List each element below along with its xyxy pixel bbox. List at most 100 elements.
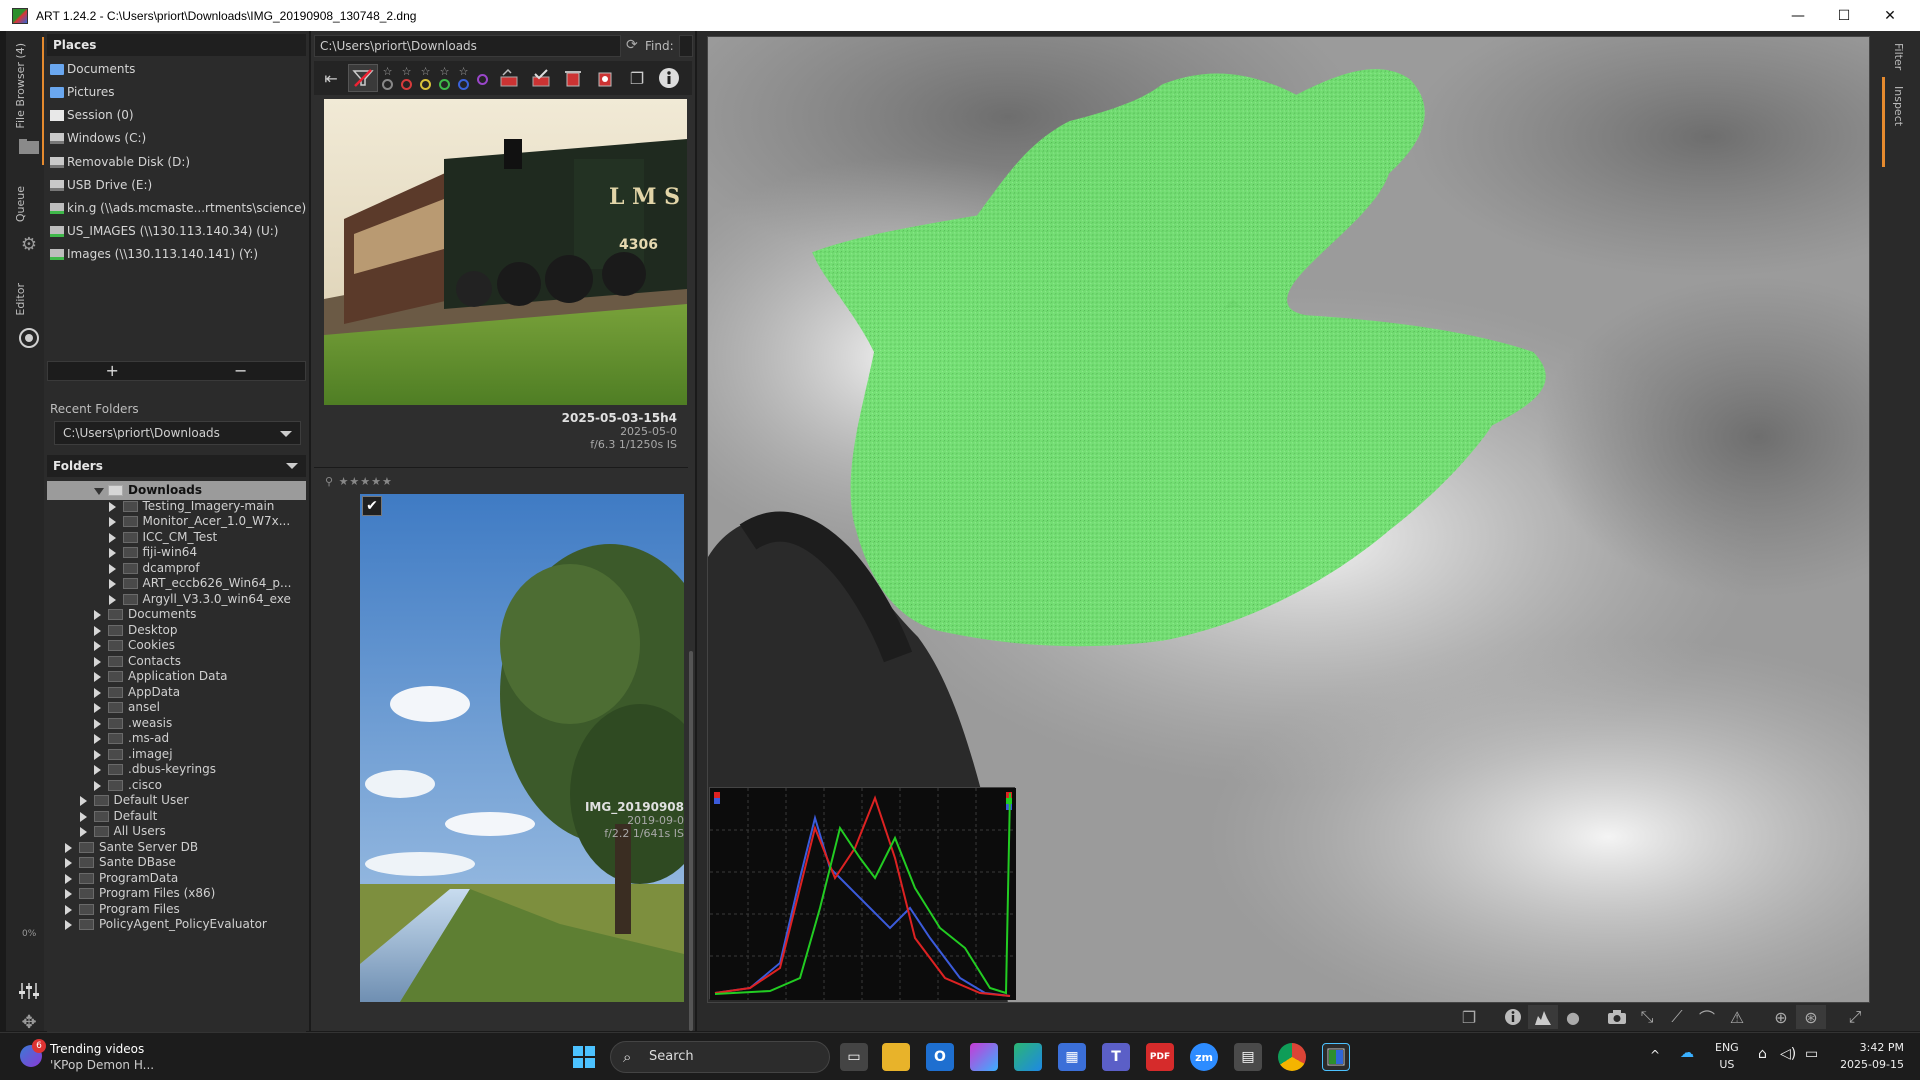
fullscreen-icon[interactable]: ⤢ (1840, 1005, 1870, 1029)
star-filter-3[interactable]: ☆ (416, 66, 435, 90)
expand-right-icon[interactable] (108, 548, 116, 558)
curve-icon[interactable]: ⟋ (1662, 1005, 1692, 1029)
expand-right-icon[interactable] (65, 842, 72, 853)
thumbnail-landscape[interactable] (360, 494, 684, 1002)
add-place-button[interactable]: + (48, 362, 177, 380)
volume-icon[interactable]: ◁) (1780, 1046, 1796, 1063)
expand-down-icon[interactable] (94, 488, 104, 495)
chrome-icon[interactable] (1278, 1043, 1306, 1071)
expand-right-icon[interactable] (94, 780, 101, 791)
filter-unrated-icon[interactable] (348, 64, 378, 92)
gear-icon[interactable]: ⚙ (18, 235, 40, 255)
star-filter-1[interactable]: ☆ (378, 66, 397, 90)
widget-trending[interactable]: Trending videos 'KPop Demon H... (50, 1041, 154, 1073)
expand-right-icon[interactable] (94, 672, 101, 682)
expand-right-icon[interactable] (108, 563, 116, 574)
place-usb-e[interactable]: USB Drive (E:) (50, 174, 152, 196)
expand-right-icon[interactable] (108, 594, 116, 605)
info-icon[interactable] (1498, 1005, 1528, 1029)
taskbar-search[interactable]: ⌕ Search (610, 1041, 830, 1073)
file-explorer-icon[interactable] (882, 1043, 910, 1071)
expand-right-icon[interactable] (65, 904, 72, 915)
expand-right-icon[interactable] (79, 811, 87, 822)
crop-icon[interactable]: ⤡ (1632, 1005, 1662, 1029)
expand-right-icon[interactable] (108, 501, 116, 512)
place-network-u[interactable]: US_IMAGES (\\130.113.140.34) (U:) (50, 220, 278, 242)
place-network-q[interactable]: kin.g (\\ads.mcmaste...rtments\science) … (50, 197, 333, 219)
zoom-icon[interactable]: zm (1190, 1043, 1218, 1071)
teams-icon[interactable]: T (1102, 1043, 1130, 1071)
start-icon[interactable] (570, 1043, 598, 1071)
art-app-icon[interactable] (1322, 1043, 1350, 1071)
collapse-panel-icon[interactable]: ⇤ (316, 64, 346, 92)
warning-icon[interactable]: ⚠ (1722, 1005, 1752, 1029)
expand-right-icon[interactable] (94, 703, 101, 713)
network-icon[interactable]: ⌂ (1758, 1046, 1767, 1063)
star-filter-2[interactable]: ☆ (397, 66, 416, 90)
tab-editor[interactable]: Editor (14, 283, 27, 316)
edge-icon[interactable] (1014, 1043, 1042, 1071)
info-icon[interactable] (654, 64, 684, 92)
tab-file-browser[interactable]: File Browser (4) (14, 43, 27, 129)
before-after-icon[interactable]: ❐ (1454, 1005, 1484, 1029)
place-removable-d[interactable]: Removable Disk (D:) (50, 151, 190, 173)
expand-right-icon[interactable] (94, 656, 101, 667)
place-network-y[interactable]: Images (\\130.113.140.141) (Y:) (50, 243, 258, 265)
calculator-icon[interactable]: ▤ (1234, 1043, 1262, 1071)
path-input[interactable]: C:\Users\priort\Downloads (314, 35, 621, 57)
expand-right-icon[interactable] (65, 889, 72, 899)
thumbnail-train[interactable]: L M S 4306 (324, 99, 687, 405)
maximize-button[interactable]: ☐ (1821, 0, 1867, 31)
battery-icon[interactable]: ▭ (1805, 1046, 1818, 1063)
tab-filter[interactable]: Filter (1892, 43, 1905, 70)
expand-right-icon[interactable] (108, 517, 116, 527)
expand-right-icon[interactable] (65, 920, 72, 930)
navigator-icon[interactable]: ● (1558, 1005, 1588, 1029)
recycle-bin-icon[interactable] (558, 64, 588, 92)
remove-place-button[interactable]: − (177, 362, 306, 380)
expand-right-icon[interactable] (108, 532, 116, 543)
expand-right-icon[interactable] (65, 858, 72, 868)
find-input[interactable] (679, 35, 693, 57)
histogram[interactable] (709, 787, 1016, 1000)
expand-right-icon[interactable] (94, 734, 101, 744)
place-session[interactable]: Session (0) (50, 104, 134, 126)
refresh-icon[interactable]: ⟳ (626, 37, 638, 53)
place-documents[interactable]: Documents (50, 58, 135, 80)
copilot-icon[interactable] (970, 1043, 998, 1071)
expand-right-icon[interactable] (94, 687, 101, 698)
recent-folders-select[interactable]: C:\Users\priort\Downloads (54, 421, 301, 445)
zoom-100-icon[interactable]: ⊛ (1796, 1005, 1826, 1029)
camera-icon[interactable] (1602, 1005, 1632, 1029)
tray-overflow-icon[interactable]: ^ (1650, 1047, 1660, 1064)
move-icon[interactable]: ✥ (18, 1013, 40, 1033)
expand-right-icon[interactable] (94, 625, 101, 636)
expand-right-icon[interactable] (108, 579, 116, 589)
language-indicator[interactable]: ENG US (1715, 1039, 1739, 1073)
histogram-toggle-icon[interactable] (1528, 1005, 1558, 1029)
expand-right-icon[interactable] (94, 749, 101, 760)
processed-filter-icon[interactable] (526, 64, 556, 92)
store-icon[interactable]: ▦ (1058, 1043, 1086, 1071)
folder-icon[interactable] (18, 137, 40, 157)
close-button[interactable]: ✕ (1867, 0, 1913, 31)
expand-right-icon[interactable] (65, 873, 72, 884)
expand-right-icon[interactable] (94, 610, 101, 620)
expand-right-icon[interactable] (94, 765, 101, 775)
onedrive-icon[interactable]: ☁ (1680, 1045, 1694, 1062)
expand-right-icon[interactable] (94, 718, 101, 729)
trash-filter-icon[interactable] (590, 64, 620, 92)
minimize-button[interactable]: — (1775, 0, 1821, 31)
copy-icon[interactable]: ❐ (622, 64, 652, 92)
tone-curve-icon[interactable]: ⌒ (1692, 1005, 1722, 1029)
folders-header[interactable]: Folders (47, 455, 306, 477)
sliders-icon[interactable] (18, 981, 40, 1001)
thumbnail-2-rating[interactable]: ⚲ ★★★★★ (325, 475, 393, 488)
tab-inspect[interactable]: Inspect (1892, 86, 1905, 126)
expand-right-icon[interactable] (79, 796, 87, 806)
star-filter-4[interactable]: ☆ (435, 66, 454, 90)
place-pictures[interactable]: Pictures (50, 81, 115, 103)
clock[interactable]: 3:42 PM 2025-09-15 (1832, 1039, 1904, 1073)
place-windows-c[interactable]: Windows (C:) (50, 127, 146, 149)
expand-right-icon[interactable] (94, 641, 101, 651)
